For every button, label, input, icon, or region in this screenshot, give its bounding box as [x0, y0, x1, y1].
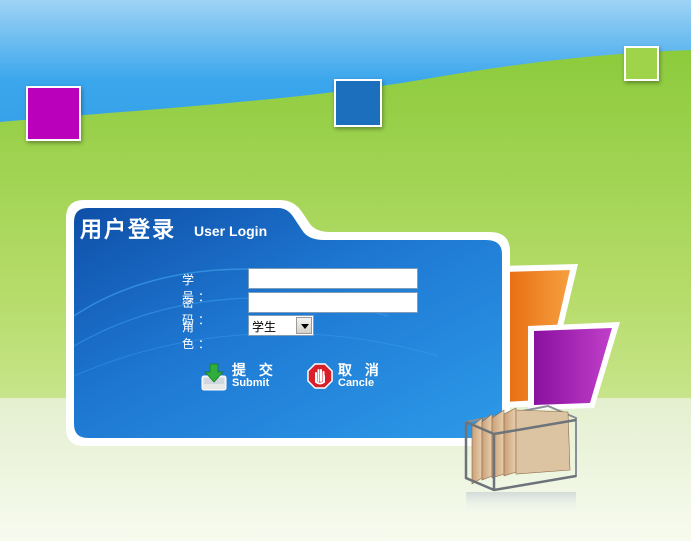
cancel-label-en: Cancle — [338, 377, 375, 389]
download-arrow-icon — [201, 363, 227, 391]
login-page: 用户登录 User Login 学 号： 密 码： 角 色： 学生 提 交 Su… — [0, 0, 691, 541]
role-selected-value: 学生 — [252, 320, 277, 334]
login-title-en: User Login — [194, 223, 268, 239]
password-input[interactable] — [248, 292, 418, 313]
decor-square-blue — [334, 79, 382, 127]
login-title-cn: 用户登录 — [80, 218, 177, 243]
role-label: 角 色： — [182, 320, 215, 351]
cancel-button[interactable]: 取 消 Cancle — [306, 360, 386, 394]
student-id-input[interactable] — [248, 268, 418, 289]
role-select[interactable]: 学生 — [248, 315, 314, 336]
submit-button[interactable]: 提 交 Submit — [200, 360, 280, 394]
file-box-icon — [464, 404, 577, 516]
chevron-down-icon[interactable] — [296, 317, 312, 334]
decor-square-magenta — [26, 86, 81, 141]
decor-square-green — [624, 46, 659, 81]
stop-hand-icon — [307, 363, 333, 389]
submit-label-en: Submit — [232, 377, 270, 389]
